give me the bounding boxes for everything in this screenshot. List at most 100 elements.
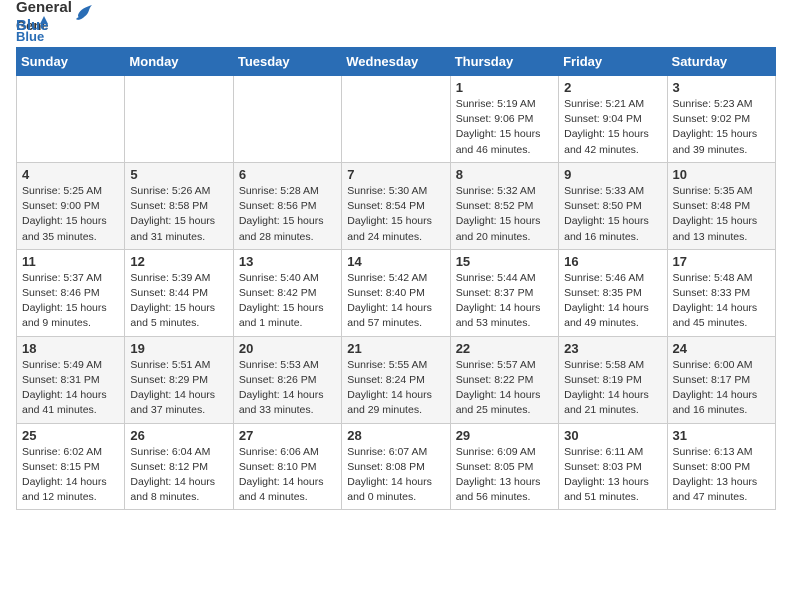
calendar-cell: 29 Sunrise: 6:09 AM Sunset: 8:05 PM Dayli… bbox=[450, 423, 558, 510]
calendar-cell: 4 Sunrise: 5:25 AM Sunset: 9:00 PM Daylig… bbox=[17, 162, 125, 249]
weekday-header-tuesday: Tuesday bbox=[233, 48, 341, 76]
day-number: 24 bbox=[673, 341, 770, 356]
day-number: 12 bbox=[130, 254, 227, 269]
calendar-cell: 1 Sunrise: 5:19 AM Sunset: 9:06 PM Daylig… bbox=[450, 76, 558, 163]
logo-bird-icon bbox=[74, 1, 96, 23]
calendar-week-row: 1 Sunrise: 5:19 AM Sunset: 9:06 PM Daylig… bbox=[17, 76, 776, 163]
calendar-cell: 17Sunrise: 5:48 AM Sunset: 8:33 PM Dayli… bbox=[667, 249, 775, 336]
calendar-cell: 11 Sunrise: 5:37 AM Sunset: 8:46 PM Dayli… bbox=[17, 249, 125, 336]
calendar-cell: 12 Sunrise: 5:39 AM Sunset: 8:44 PM Dayli… bbox=[125, 249, 233, 336]
day-info: Sunrise: 5:23 AM Sunset: 9:02 PM Dayligh… bbox=[673, 97, 770, 158]
day-number: 31 bbox=[673, 428, 770, 443]
calendar-cell: 5 Sunrise: 5:26 AM Sunset: 8:58 PM Daylig… bbox=[125, 162, 233, 249]
calendar-cell: 25 Sunrise: 6:02 AM Sunset: 8:15 PM Dayli… bbox=[17, 423, 125, 510]
day-info: Sunrise: 5:26 AM Sunset: 8:58 PM Dayligh… bbox=[130, 184, 227, 245]
day-number: 9 bbox=[564, 167, 661, 182]
day-number: 11 bbox=[22, 254, 119, 269]
day-number: 10 bbox=[673, 167, 770, 182]
day-info: Sunrise: 5:46 AM Sunset: 8:35 PM Dayligh… bbox=[564, 271, 661, 332]
calendar-table: SundayMondayTuesdayWednesdayThursdayFrid… bbox=[16, 47, 776, 510]
day-info: Sunrise: 5:33 AM Sunset: 8:50 PM Dayligh… bbox=[564, 184, 661, 245]
day-number: 21 bbox=[347, 341, 444, 356]
day-number: 27 bbox=[239, 428, 336, 443]
day-number: 29 bbox=[456, 428, 553, 443]
weekday-header-saturday: Saturday bbox=[667, 48, 775, 76]
day-number: 18 bbox=[22, 341, 119, 356]
day-number: 14 bbox=[347, 254, 444, 269]
calendar-cell bbox=[233, 76, 341, 163]
calendar-cell bbox=[125, 76, 233, 163]
day-info: Sunrise: 5:25 AM Sunset: 9:00 PM Dayligh… bbox=[22, 184, 119, 245]
calendar-week-row: 25 Sunrise: 6:02 AM Sunset: 8:15 PM Dayli… bbox=[17, 423, 776, 510]
day-info: Sunrise: 5:48 AM Sunset: 8:33 PM Dayligh… bbox=[673, 271, 770, 332]
calendar-cell: 19Sunrise: 5:51 AM Sunset: 8:29 PM Dayli… bbox=[125, 336, 233, 423]
weekday-header-monday: Monday bbox=[125, 48, 233, 76]
calendar-cell: 20Sunrise: 5:53 AM Sunset: 8:26 PM Dayli… bbox=[233, 336, 341, 423]
day-info: Sunrise: 5:51 AM Sunset: 8:29 PM Dayligh… bbox=[130, 358, 227, 419]
day-info: Sunrise: 5:40 AM Sunset: 8:42 PM Dayligh… bbox=[239, 271, 336, 332]
day-info: Sunrise: 6:13 AM Sunset: 8:00 PM Dayligh… bbox=[673, 445, 770, 506]
day-number: 28 bbox=[347, 428, 444, 443]
calendar-week-row: 4 Sunrise: 5:25 AM Sunset: 9:00 PM Daylig… bbox=[17, 162, 776, 249]
day-number: 5 bbox=[130, 167, 227, 182]
calendar-cell: 24 Sunrise: 6:00 AM Sunset: 8:17 PM Dayli… bbox=[667, 336, 775, 423]
day-info: Sunrise: 5:28 AM Sunset: 8:56 PM Dayligh… bbox=[239, 184, 336, 245]
calendar-cell: 13 Sunrise: 5:40 AM Sunset: 8:42 PM Dayli… bbox=[233, 249, 341, 336]
day-number: 15 bbox=[456, 254, 553, 269]
calendar-cell: 9 Sunrise: 5:33 AM Sunset: 8:50 PM Daylig… bbox=[559, 162, 667, 249]
calendar-cell: 10 Sunrise: 5:35 AM Sunset: 8:48 PM Dayli… bbox=[667, 162, 775, 249]
logo-general: General bbox=[16, 0, 72, 17]
logo: General Blue General Blue bbox=[16, 16, 96, 35]
day-info: Sunrise: 6:04 AM Sunset: 8:12 PM Dayligh… bbox=[130, 445, 227, 506]
calendar-cell: 26 Sunrise: 6:04 AM Sunset: 8:12 PM Dayli… bbox=[125, 423, 233, 510]
day-number: 1 bbox=[456, 80, 553, 95]
calendar-cell: 16Sunrise: 5:46 AM Sunset: 8:35 PM Dayli… bbox=[559, 249, 667, 336]
day-info: Sunrise: 6:02 AM Sunset: 8:15 PM Dayligh… bbox=[22, 445, 119, 506]
calendar-cell: 30Sunrise: 6:11 AM Sunset: 8:03 PM Dayli… bbox=[559, 423, 667, 510]
day-info: Sunrise: 5:44 AM Sunset: 8:37 PM Dayligh… bbox=[456, 271, 553, 332]
calendar-cell: 27 Sunrise: 6:06 AM Sunset: 8:10 PM Dayli… bbox=[233, 423, 341, 510]
day-number: 20 bbox=[239, 341, 336, 356]
day-number: 4 bbox=[22, 167, 119, 182]
calendar-cell: 8Sunrise: 5:32 AM Sunset: 8:52 PM Daylig… bbox=[450, 162, 558, 249]
day-number: 25 bbox=[22, 428, 119, 443]
day-number: 2 bbox=[564, 80, 661, 95]
day-number: 7 bbox=[347, 167, 444, 182]
calendar-cell: 23 Sunrise: 5:58 AM Sunset: 8:19 PM Dayli… bbox=[559, 336, 667, 423]
weekday-header-thursday: Thursday bbox=[450, 48, 558, 76]
calendar-header-row: SundayMondayTuesdayWednesdayThursdayFrid… bbox=[17, 48, 776, 76]
day-info: Sunrise: 6:09 AM Sunset: 8:05 PM Dayligh… bbox=[456, 445, 553, 506]
calendar-cell: 31 Sunrise: 6:13 AM Sunset: 8:00 PM Dayli… bbox=[667, 423, 775, 510]
day-info: Sunrise: 5:55 AM Sunset: 8:24 PM Dayligh… bbox=[347, 358, 444, 419]
day-number: 3 bbox=[673, 80, 770, 95]
day-info: Sunrise: 5:37 AM Sunset: 8:46 PM Dayligh… bbox=[22, 271, 119, 332]
calendar-cell: 28Sunrise: 6:07 AM Sunset: 8:08 PM Dayli… bbox=[342, 423, 450, 510]
day-info: Sunrise: 5:19 AM Sunset: 9:06 PM Dayligh… bbox=[456, 97, 553, 158]
day-info: Sunrise: 6:06 AM Sunset: 8:10 PM Dayligh… bbox=[239, 445, 336, 506]
day-number: 23 bbox=[564, 341, 661, 356]
calendar-cell: 14Sunrise: 5:42 AM Sunset: 8:40 PM Dayli… bbox=[342, 249, 450, 336]
weekday-header-friday: Friday bbox=[559, 48, 667, 76]
day-info: Sunrise: 5:58 AM Sunset: 8:19 PM Dayligh… bbox=[564, 358, 661, 419]
day-info: Sunrise: 5:39 AM Sunset: 8:44 PM Dayligh… bbox=[130, 271, 227, 332]
day-info: Sunrise: 5:35 AM Sunset: 8:48 PM Dayligh… bbox=[673, 184, 770, 245]
day-number: 6 bbox=[239, 167, 336, 182]
day-info: Sunrise: 5:57 AM Sunset: 8:22 PM Dayligh… bbox=[456, 358, 553, 419]
calendar-cell: 22 Sunrise: 5:57 AM Sunset: 8:22 PM Dayli… bbox=[450, 336, 558, 423]
calendar-cell: 15 Sunrise: 5:44 AM Sunset: 8:37 PM Dayli… bbox=[450, 249, 558, 336]
day-number: 26 bbox=[130, 428, 227, 443]
day-number: 22 bbox=[456, 341, 553, 356]
weekday-header-wednesday: Wednesday bbox=[342, 48, 450, 76]
day-number: 13 bbox=[239, 254, 336, 269]
day-number: 8 bbox=[456, 167, 553, 182]
day-number: 30 bbox=[564, 428, 661, 443]
page-header: General Blue General Blue bbox=[16, 16, 776, 35]
calendar-week-row: 11 Sunrise: 5:37 AM Sunset: 8:46 PM Dayli… bbox=[17, 249, 776, 336]
calendar-cell: 7Sunrise: 5:30 AM Sunset: 8:54 PM Daylig… bbox=[342, 162, 450, 249]
day-info: Sunrise: 6:00 AM Sunset: 8:17 PM Dayligh… bbox=[673, 358, 770, 419]
calendar-cell: 3 Sunrise: 5:23 AM Sunset: 9:02 PM Daylig… bbox=[667, 76, 775, 163]
day-info: Sunrise: 5:21 AM Sunset: 9:04 PM Dayligh… bbox=[564, 97, 661, 158]
calendar-cell: 2 Sunrise: 5:21 AM Sunset: 9:04 PM Daylig… bbox=[559, 76, 667, 163]
weekday-header-sunday: Sunday bbox=[17, 48, 125, 76]
day-info: Sunrise: 5:49 AM Sunset: 8:31 PM Dayligh… bbox=[22, 358, 119, 419]
